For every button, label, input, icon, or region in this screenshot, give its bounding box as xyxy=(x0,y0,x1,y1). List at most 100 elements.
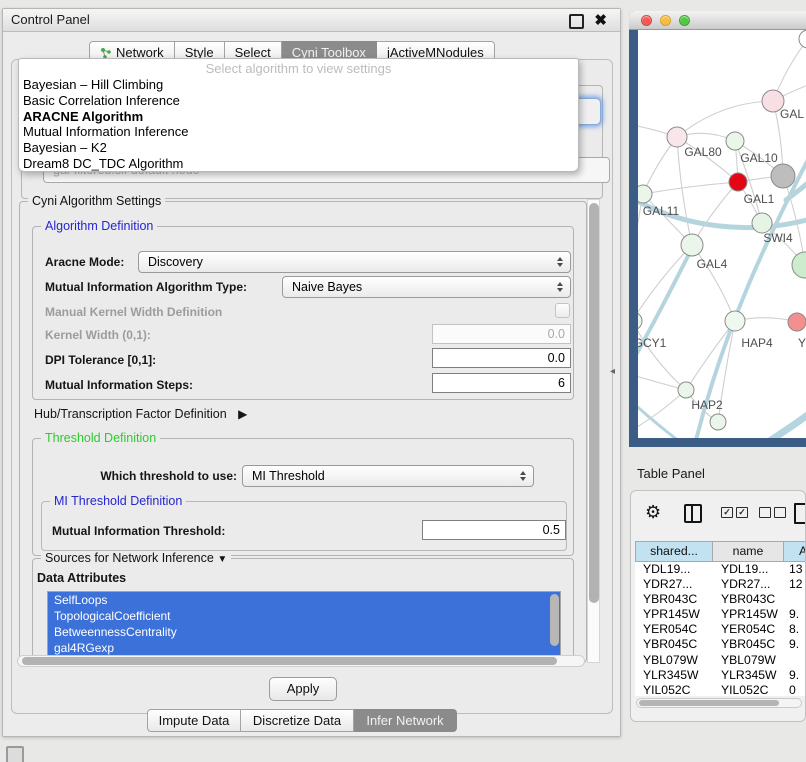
hub-definition-label: Hub/Transcription Factor Definition xyxy=(34,407,227,421)
deselect-all-icon[interactable] xyxy=(759,507,786,518)
network-tab-icon xyxy=(100,47,112,59)
unchecked-box-icon xyxy=(774,507,786,518)
kernel-width-label: Kernel Width (0,1): xyxy=(45,328,151,342)
table-row[interactable]: YPR145WYPR145W9. xyxy=(635,607,806,622)
network-node[interactable] xyxy=(667,127,687,147)
network-node[interactable] xyxy=(725,311,745,331)
dropdown-item[interactable]: Bayesian – K2 xyxy=(19,140,578,156)
network-node[interactable] xyxy=(638,185,652,203)
which-threshold-combo[interactable]: MI Threshold xyxy=(242,465,534,487)
split-columns-icon[interactable] xyxy=(684,504,702,523)
dropdown-item-selected[interactable]: ARACNE Algorithm xyxy=(19,109,578,125)
kernel-width-field[interactable] xyxy=(432,324,571,344)
tab-infer-network[interactable]: Infer Network xyxy=(354,709,457,732)
table-row[interactable]: YBR045CYBR045C9. xyxy=(635,637,806,652)
network-node[interactable] xyxy=(678,382,694,398)
data-attributes-list: SelfLoops TopologicalCoefficient Between… xyxy=(47,591,561,659)
table-row[interactable]: YIL052CYIL052C0 xyxy=(635,683,806,696)
network-node[interactable] xyxy=(752,213,772,233)
network-node[interactable] xyxy=(792,252,806,278)
network-node[interactable] xyxy=(638,312,642,330)
threshold-definition-group: Threshold Definition Which threshold to … xyxy=(32,438,574,556)
dropdown-item[interactable]: Dream8 DC_TDC Algorithm xyxy=(19,156,578,172)
document-icon[interactable] xyxy=(794,503,806,524)
cell: YIL052C xyxy=(713,683,784,696)
table-row[interactable]: YDL19...YDL19...13 xyxy=(635,562,806,577)
divider-collapse-icon[interactable]: ◂ xyxy=(610,366,615,377)
node-label: GCY1 xyxy=(638,336,667,350)
node-label: GAL4 xyxy=(697,257,728,271)
network-node[interactable] xyxy=(799,30,806,48)
network-canvas[interactable]: GAL GAL80 GAL10 GAL1 GAL11 SWI4 GAL4 GCY… xyxy=(638,30,806,438)
dropdown-item[interactable]: Basic Correlation Inference xyxy=(19,93,578,109)
network-node[interactable] xyxy=(788,313,806,331)
close-icon[interactable]: ✖ xyxy=(594,10,607,32)
network-node[interactable] xyxy=(726,132,744,150)
cell: YBL079W xyxy=(635,653,713,668)
cell: YDR27... xyxy=(635,577,713,592)
table-row[interactable]: YBL079WYBL079W xyxy=(635,653,806,668)
table-row[interactable]: YDR27...YDR27...12 xyxy=(635,577,806,592)
float-window-icon[interactable] xyxy=(569,14,584,29)
list-item[interactable]: SelfLoops xyxy=(48,592,560,608)
dropdown-item[interactable]: Bayesian – Hill Climbing xyxy=(19,77,578,93)
zoom-traffic-light-icon[interactable] xyxy=(679,15,690,26)
cell xyxy=(784,592,806,607)
minimize-traffic-light-icon[interactable] xyxy=(660,15,671,26)
table-horizontal-scrollbar-thumb[interactable] xyxy=(639,700,779,706)
list-item[interactable]: gal4RGexp xyxy=(48,640,560,656)
checked-box-icon: ✓ xyxy=(736,507,748,518)
mi-threshold-field[interactable] xyxy=(422,520,566,540)
gear-icon[interactable]: ⚙ xyxy=(645,502,661,523)
list-scrollbar-thumb[interactable] xyxy=(550,594,559,646)
network-node[interactable] xyxy=(681,234,703,256)
mi-steps-field[interactable] xyxy=(432,373,571,393)
settings-horizontal-scrollbar-thumb[interactable] xyxy=(22,657,557,665)
node-label: HAP2 xyxy=(691,398,723,412)
algorithm-definition-group: Algorithm Definition Aracne Mode: Discov… xyxy=(32,226,574,400)
dropdown-item[interactable]: Mutual Information Inference xyxy=(19,124,578,140)
cell: YBL079W xyxy=(713,653,784,668)
column-header-name[interactable]: name xyxy=(713,541,784,562)
node-table: shared... name A YDL19...YDL19...13 YDR2… xyxy=(635,541,806,696)
aracne-mode-value: Discovery xyxy=(148,255,203,269)
table-row[interactable]: YER054CYER054C8. xyxy=(635,622,806,637)
list-item[interactable]: TopologicalCoefficient xyxy=(48,608,560,624)
column-header-shared-name[interactable]: shared... xyxy=(635,541,713,562)
network-node[interactable] xyxy=(729,173,747,191)
aracne-mode-combo[interactable]: Discovery xyxy=(138,251,571,273)
apply-button[interactable]: Apply xyxy=(269,677,337,701)
tab-discretize-data[interactable]: Discretize Data xyxy=(241,709,354,732)
column-header-third[interactable]: A xyxy=(784,541,806,562)
manual-kernel-checkbox[interactable] xyxy=(555,303,570,318)
expand-arrow-icon[interactable]: ▶ xyxy=(238,407,247,421)
cell: YPR145W xyxy=(713,607,784,622)
mi-type-label: Mutual Information Algorithm Type: xyxy=(45,280,247,294)
table-panel-title: Table Panel xyxy=(637,466,705,481)
sources-group: Sources for Network Inference ▼ Data Att… xyxy=(32,558,574,659)
list-item[interactable]: BetweennessCentrality xyxy=(48,624,560,640)
table-row[interactable]: YLR345WYLR345W9. xyxy=(635,668,806,683)
tab-impute-data[interactable]: Impute Data xyxy=(147,709,241,732)
settings-horizontal-scrollbar[interactable] xyxy=(17,655,585,667)
collapse-arrow-icon[interactable]: ▼ xyxy=(217,554,227,565)
network-window-titlebar[interactable] xyxy=(629,11,806,30)
network-node[interactable] xyxy=(710,414,726,430)
cell: YBR045C xyxy=(635,637,713,652)
settings-vertical-scrollbar-thumb[interactable] xyxy=(589,203,599,603)
table-horizontal-scrollbar[interactable] xyxy=(636,698,802,708)
node-label: GAL1 xyxy=(744,192,775,206)
hub-definition-section[interactable]: Hub/Transcription Factor Definition ▶ xyxy=(34,407,247,421)
network-node[interactable] xyxy=(771,164,795,188)
close-traffic-light-icon[interactable] xyxy=(641,15,652,26)
table-row[interactable]: YBR043CYBR043C xyxy=(635,592,806,607)
dropdown-placeholder: Select algorithm to view settings xyxy=(19,61,578,77)
control-panel-title: Control Panel xyxy=(11,9,90,31)
node-label: HAP4 xyxy=(741,336,773,350)
select-all-icon[interactable]: ✓ ✓ xyxy=(721,507,748,518)
stepper-icon xyxy=(555,280,564,294)
collapsed-panel-icon[interactable] xyxy=(6,746,24,762)
cell xyxy=(784,653,806,668)
mi-type-combo[interactable]: Naive Bayes xyxy=(282,276,571,298)
dpi-tolerance-field[interactable] xyxy=(432,348,571,368)
